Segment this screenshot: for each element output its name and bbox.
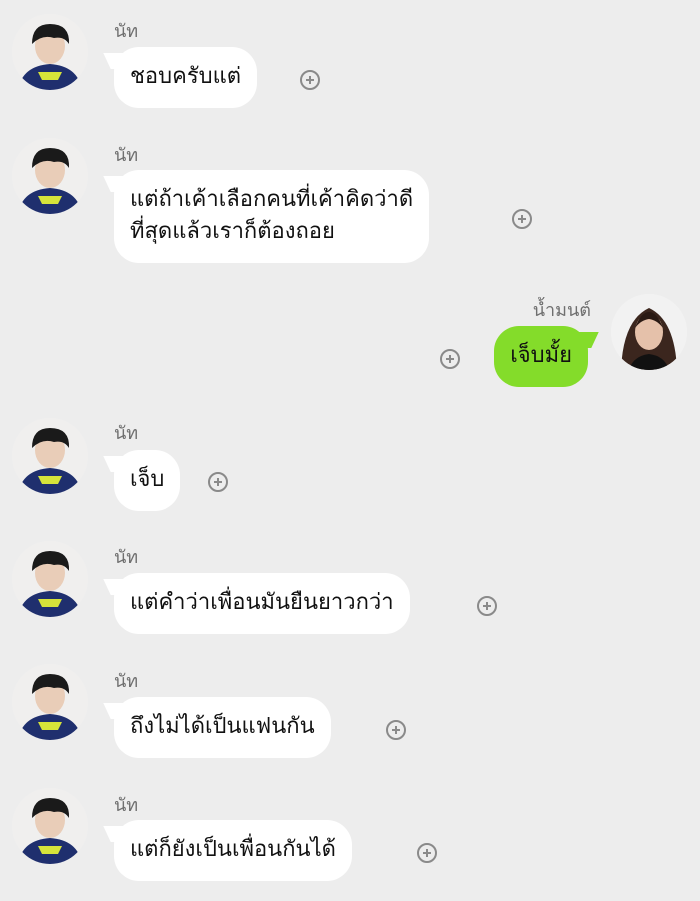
message-bubble[interactable]: แต่ก็ยังเป็นเพื่อนกันได้ [114,820,352,881]
message-row: นัท แต่ก็ยังเป็นเพื่อนกันได้ [0,0,700,901]
avatar[interactable] [12,788,88,864]
boy-avatar-icon [12,788,88,864]
plus-circle-icon[interactable] [417,843,437,863]
sender-name: นัท [114,795,139,816]
